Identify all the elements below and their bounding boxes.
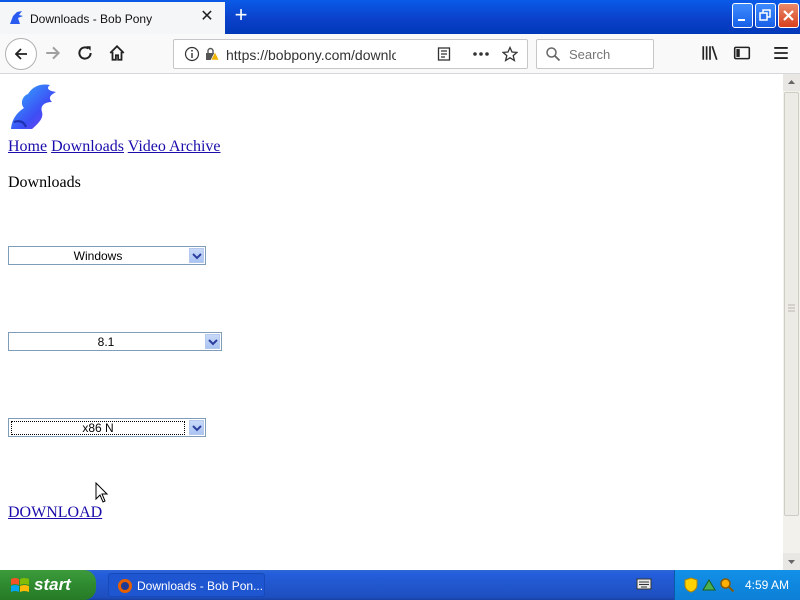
search-icon: [546, 47, 561, 62]
taskbar: start Downloads - Bob Pon... 4:59 AM: [0, 570, 800, 600]
start-label: start: [34, 575, 71, 594]
keyboard-icon[interactable]: [636, 577, 652, 596]
architecture-select-value: x86 N: [11, 421, 185, 435]
sidebar-icon: [733, 46, 751, 60]
search-tray-icon: [720, 578, 735, 593]
page-content: Home Downloads Video Archive Downloads W…: [0, 74, 783, 570]
vertical-scrollbar[interactable]: [783, 74, 800, 570]
menu-button[interactable]: [768, 40, 796, 68]
close-window-button[interactable]: [778, 3, 799, 28]
mouse-cursor-icon: [95, 481, 109, 509]
architecture-select[interactable]: x86 N: [8, 418, 206, 437]
os-select[interactable]: Windows: [8, 246, 206, 265]
library-button[interactable]: [697, 40, 725, 68]
tab-downloads[interactable]: Downloads - Bob Pony ✕: [0, 2, 225, 34]
home-icon: [109, 44, 125, 61]
library-icon: [702, 45, 718, 61]
page-heading: Downloads: [8, 174, 81, 191]
home-button[interactable]: [104, 40, 132, 68]
hamburger-menu-icon: [774, 47, 788, 59]
reload-icon: [78, 46, 92, 60]
title-bar: Downloads - Bob Pony ✕ +: [0, 0, 800, 34]
info-icon[interactable]: [184, 46, 200, 67]
security-shield-icon: [684, 577, 698, 593]
restore-button[interactable]: [755, 3, 776, 28]
chevron-down-icon[interactable]: [189, 248, 204, 263]
scroll-up-button[interactable]: [783, 74, 800, 91]
lock-warning-icon[interactable]: [204, 46, 220, 67]
version-select[interactable]: 8.1: [8, 332, 222, 351]
forward-arrow-icon: [46, 46, 61, 60]
back-arrow-icon: [14, 48, 27, 60]
nav-link-downloads[interactable]: Downloads: [51, 138, 124, 155]
back-button[interactable]: [5, 38, 37, 70]
windows-logo-icon: [11, 578, 29, 592]
chevron-down-icon[interactable]: [205, 334, 220, 349]
nav-link-home[interactable]: Home: [8, 138, 47, 155]
minimize-button[interactable]: [732, 3, 753, 28]
nav-link-video-archive[interactable]: Video Archive: [128, 138, 221, 155]
new-tab-button[interactable]: +: [231, 4, 251, 26]
network-icon: [702, 579, 716, 591]
pony-favicon-icon: [8, 10, 24, 31]
tab-close-icon[interactable]: ✕: [198, 8, 216, 26]
reload-button[interactable]: [72, 40, 100, 68]
pony-logo-icon[interactable]: [8, 82, 60, 137]
reader-view-icon[interactable]: [436, 46, 452, 67]
site-navigation: Home Downloads Video Archive: [8, 138, 221, 156]
browser-app-icon: [118, 579, 132, 593]
tab-title: Downloads - Bob Pony: [30, 12, 153, 26]
bookmark-star-icon[interactable]: [501, 45, 519, 67]
forward-button[interactable]: [40, 40, 68, 68]
taskbar-item-browser[interactable]: Downloads - Bob Pon...: [108, 573, 265, 597]
navigation-toolbar: https://bobpony.com/downloads: [0, 34, 800, 74]
taskbar-item-label: Downloads - Bob Pon...: [137, 579, 264, 593]
address-bar[interactable]: https://bobpony.com/downloads: [173, 39, 528, 69]
scroll-down-button[interactable]: [783, 553, 800, 570]
download-link[interactable]: DOWNLOAD: [8, 504, 102, 522]
url-text: https://bobpony.com/downloads: [226, 47, 396, 63]
scroll-thumb[interactable]: [784, 92, 799, 516]
chevron-down-icon[interactable]: [189, 420, 204, 435]
start-button[interactable]: start: [0, 570, 96, 600]
search-box[interactable]: [536, 39, 654, 69]
clock: 4:59 AM: [745, 578, 790, 592]
os-select-value: Windows: [73, 249, 123, 263]
more-dots-icon[interactable]: [472, 46, 490, 67]
version-select-value: 8.1: [97, 335, 115, 349]
search-input[interactable]: [567, 46, 651, 63]
system-tray: 4:59 AM: [674, 570, 800, 600]
sidebar-button[interactable]: [729, 40, 757, 68]
